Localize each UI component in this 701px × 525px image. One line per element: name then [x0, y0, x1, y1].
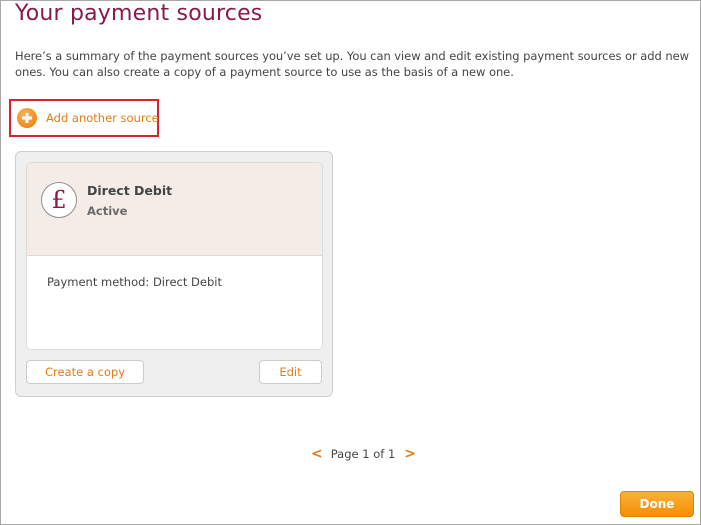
next-page-icon[interactable]: >: [404, 446, 416, 462]
previous-page-icon[interactable]: <: [311, 446, 323, 462]
add-another-source-button[interactable]: Add another source: [9, 99, 159, 137]
payment-source-header: £ Direct Debit Active: [27, 163, 322, 256]
payment-method-text: Payment method: Direct Debit: [47, 275, 222, 289]
payment-source-details: £ Direct Debit Active Payment method: Di…: [26, 162, 323, 350]
create-copy-button[interactable]: Create a copy: [26, 360, 144, 384]
payment-source-name: Direct Debit: [87, 183, 173, 198]
payment-source-card: £ Direct Debit Active Payment method: Di…: [15, 151, 333, 397]
payment-source-status: Active: [87, 204, 128, 218]
plus-circle-icon: [17, 108, 37, 128]
done-button[interactable]: Done: [620, 491, 694, 517]
edit-button[interactable]: Edit: [259, 360, 322, 384]
pound-sign-icon: £: [41, 182, 77, 218]
page-indicator: Page 1 of 1: [330, 447, 396, 461]
add-another-source-label: Add another source: [46, 111, 159, 125]
page-description: Here’s a summary of the payment sources …: [15, 48, 695, 80]
page-description-line-1: Here’s a summary of the payment sources …: [15, 49, 690, 63]
page-title: Your payment sources: [15, 1, 263, 26]
page-description-line-2: ones. You can also create a copy of a pa…: [15, 65, 514, 79]
pagination: < Page 1 of 1 >: [311, 446, 416, 462]
